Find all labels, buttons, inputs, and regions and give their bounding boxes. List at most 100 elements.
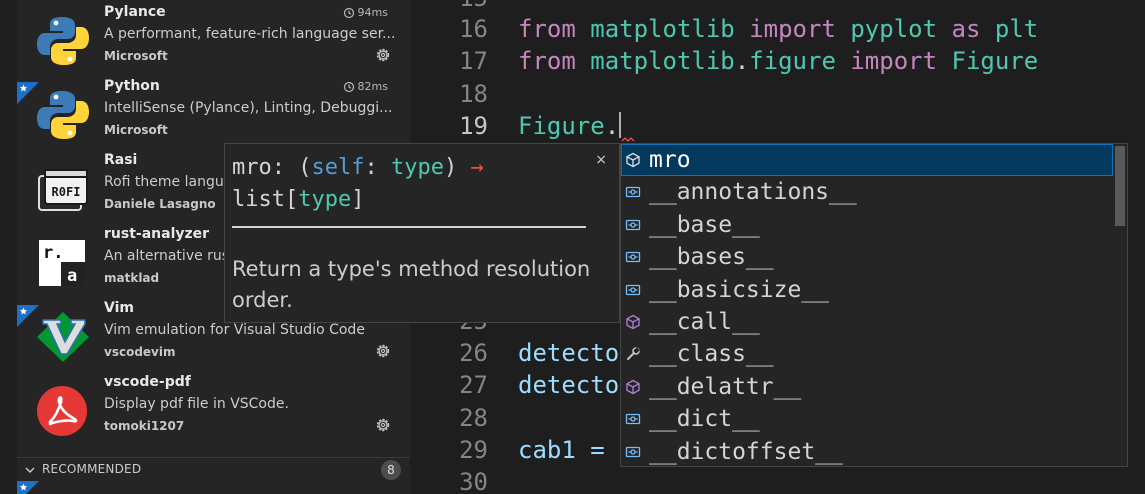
field-icon	[625, 184, 641, 200]
gear-icon[interactable]	[374, 416, 392, 434]
svg-text:r.: r.	[43, 243, 63, 263]
extension-item-pylance[interactable]: Pylance 94ms A performant, feature-rich …	[17, 0, 410, 74]
suggestion-label: __basicsize__	[649, 276, 830, 303]
vim-logo-icon	[37, 312, 89, 362]
recommended-star-icon	[17, 481, 39, 494]
suggestion-label: mro	[649, 147, 691, 173]
line-number: 16	[459, 15, 488, 43]
extension-item-python[interactable]: Python 82ms IntelliSense (Pylance), Lint…	[17, 74, 410, 148]
recommended-count-badge: 8	[381, 460, 401, 480]
line-number: 26	[459, 339, 488, 367]
line-number: 17	[459, 47, 488, 75]
method-cube-icon	[625, 152, 641, 168]
extension-item-vscode-pdf[interactable]: vscode-pdf Display pdf file in VSCode. t…	[17, 370, 410, 444]
field-icon	[625, 249, 641, 265]
extension-description: Vim emulation for Visual Studio Code	[104, 322, 365, 338]
line-number: 30	[459, 468, 488, 494]
python-logo-icon	[37, 17, 89, 65]
line-number: 29	[459, 436, 488, 464]
suggestion-item[interactable]: __dict__	[621, 403, 1113, 435]
suggestion-item[interactable]: mro	[621, 144, 1113, 177]
method-cube-icon	[625, 379, 641, 395]
suggest-scrollbar[interactable]	[1113, 144, 1127, 466]
recommended-label: RECOMMENDED	[42, 462, 142, 476]
history-icon	[343, 81, 354, 92]
signature-hover-popup: mro: (self: type) → list[type] × Return …	[224, 143, 620, 323]
suggestion-item[interactable]: __dictoffset__	[621, 436, 1113, 466]
sidebar-gutter	[0, 0, 17, 494]
svg-text:R0FI: R0FI	[52, 185, 81, 199]
extension-name: rust-analyzer	[104, 226, 210, 242]
extension-description: A performant, feature-rich language ser.…	[104, 26, 396, 42]
gear-icon[interactable]	[374, 46, 392, 64]
activation-time-value: 82ms	[357, 80, 388, 93]
extension-publisher: Microsoft	[104, 49, 168, 63]
line-number: 18	[459, 80, 488, 108]
close-icon[interactable]: ×	[595, 152, 607, 168]
suggestion-label: __dict__	[649, 406, 760, 433]
activation-time-value: 94ms	[357, 6, 388, 19]
suggestion-item[interactable]: __delattr__	[621, 371, 1113, 403]
python-logo-icon	[37, 91, 89, 139]
field-icon	[625, 282, 641, 298]
line-number-current: 19	[459, 112, 488, 140]
code-line-17[interactable]: from matplotlib.figure import Figure	[518, 45, 1038, 77]
suggest-scrollbar-thumb[interactable]	[1115, 146, 1125, 226]
field-icon	[625, 217, 641, 233]
code-line-19[interactable]: Figure.	[518, 110, 622, 142]
chevron-down-icon	[25, 467, 35, 473]
gear-icon[interactable]	[374, 342, 392, 360]
recommended-star-icon	[17, 82, 39, 104]
recommended-star-icon	[17, 305, 39, 327]
extension-name: Vim	[104, 300, 134, 316]
text-cursor	[619, 112, 622, 138]
extension-name: Pylance	[104, 4, 166, 20]
return-arrow: →	[470, 155, 484, 180]
recommended-section-header[interactable]: RECOMMENDED 8	[17, 457, 410, 481]
line-number: 27	[459, 371, 488, 399]
extension-publisher: tomoki1207	[104, 419, 185, 433]
method-cube-icon	[625, 314, 641, 330]
history-icon	[343, 7, 354, 18]
suggestion-item[interactable]: __class__	[621, 338, 1113, 370]
suggestion-label: __delattr__	[649, 373, 802, 400]
suggestion-item[interactable]: __base__	[621, 209, 1113, 241]
autocomplete-suggest-widget[interactable]: mro __annotations__ __base__ __bases__ __bas…	[620, 143, 1128, 467]
wrench-icon	[625, 346, 641, 362]
suggestion-item[interactable]: __call__	[621, 306, 1113, 338]
code-line-26[interactable]: detecto	[518, 337, 619, 369]
suggestion-label: __call__	[649, 309, 760, 335]
field-icon	[625, 411, 641, 427]
suggestion-label: __bases__	[649, 244, 774, 271]
suggestion-label: __dictoffset__	[649, 438, 843, 465]
code-line-16[interactable]: from matplotlib import pyplot as plt	[518, 13, 1038, 45]
suggestion-label: __class__	[649, 341, 774, 368]
extension-name: vscode-pdf	[104, 374, 191, 390]
divider	[232, 226, 586, 228]
suggestion-label: __annotations__	[649, 179, 857, 206]
code-line-29[interactable]: cab1 =	[518, 434, 619, 466]
suggestion-item[interactable]: __annotations__	[621, 176, 1113, 208]
code-line-27[interactable]: detecto	[518, 369, 619, 401]
extension-publisher: Daniele Lasagno	[104, 197, 216, 211]
rofi-icon: R0FI	[38, 169, 88, 211]
extension-description: IntelliSense (Pylance), Linting, Debuggi…	[104, 100, 393, 116]
suggestion-item[interactable]: __basicsize__	[621, 274, 1113, 306]
pdf-icon	[37, 386, 87, 436]
field-icon	[625, 444, 641, 460]
line-number: 28	[459, 404, 488, 432]
activation-time: 94ms	[343, 6, 388, 19]
extension-publisher: vscodevim	[104, 345, 176, 359]
extension-publisher: matklad	[104, 271, 160, 285]
extension-description: Display pdf file in VSCode.	[104, 396, 289, 412]
suggestion-item[interactable]: __bases__	[621, 241, 1113, 273]
line-number: 15	[410, 0, 488, 14]
documentation-text: Return a type's method resolution order.	[232, 257, 591, 312]
rust-analyzer-icon: r. a	[39, 240, 85, 286]
suggestion-label: __base__	[649, 211, 760, 238]
extension-publisher: Microsoft	[104, 123, 168, 137]
activation-time: 82ms	[343, 80, 388, 93]
signature-text: mro: (self: type) → list[type]	[232, 155, 484, 212]
extension-name: Rasi	[104, 152, 138, 168]
svg-text:a: a	[67, 266, 77, 286]
